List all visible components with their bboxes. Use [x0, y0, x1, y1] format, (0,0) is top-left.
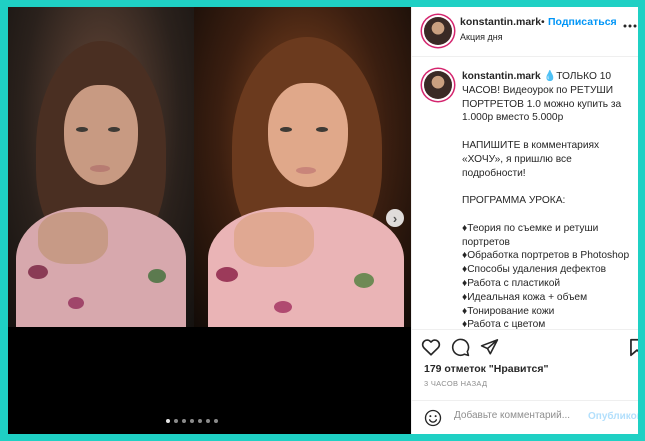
heart-icon[interactable] — [420, 336, 442, 358]
post-caption: konstantin.mark 💧ТОЛЬКО 10 ЧАСОВ! Видеоу… — [412, 58, 638, 330]
more-icon[interactable] — [623, 17, 637, 31]
carousel-dot — [198, 419, 202, 423]
post-time: 3 ЧАСОВ НАЗАД — [424, 379, 488, 388]
action-bar — [412, 333, 638, 361]
caption-text: konstantin.mark 💧ТОЛЬКО 10 ЧАСОВ! Видеоу… — [462, 70, 638, 330]
comment-bar: Опубликовать — [412, 400, 638, 434]
likes-count[interactable]: 179 отметок "Нравится" — [424, 363, 548, 375]
bookmark-icon[interactable] — [626, 336, 638, 358]
location-link[interactable]: Акция дня — [460, 32, 503, 42]
chevron-right-icon[interactable]: › — [386, 209, 404, 227]
carousel-dot — [174, 419, 178, 423]
caption-username[interactable]: konstantin.mark — [462, 71, 541, 82]
caption-avatar[interactable] — [424, 71, 452, 99]
carousel-dot — [182, 419, 186, 423]
before-photo — [8, 7, 194, 327]
carousel-dots — [166, 419, 218, 423]
send-icon[interactable] — [478, 336, 500, 358]
publish-button[interactable]: Опубликовать — [588, 411, 638, 422]
post-media[interactable]: › — [8, 7, 411, 434]
username-link[interactable]: konstantin.mark — [460, 16, 541, 28]
carousel-dot — [206, 419, 210, 423]
carousel-dot — [214, 419, 218, 423]
comment-icon[interactable] — [449, 336, 471, 358]
after-photo — [194, 7, 411, 327]
caption-body: 💧ТОЛЬКО 10 ЧАСОВ! Видеоурок по РЕТУШИ ПО… — [462, 71, 630, 330]
comment-input[interactable] — [454, 410, 584, 421]
avatar[interactable] — [424, 17, 452, 45]
instagram-post-window: › konstantin.mark • Подписаться Акция дн… — [8, 7, 638, 434]
separator-dot: • — [541, 16, 545, 28]
follow-button[interactable]: Подписаться — [548, 16, 617, 28]
carousel-dot — [190, 419, 194, 423]
smiley-icon[interactable] — [424, 409, 442, 427]
post-header: konstantin.mark • Подписаться Акция дня — [412, 7, 638, 57]
carousel-dot-active — [166, 419, 170, 423]
post-sidebar: konstantin.mark • Подписаться Акция дня … — [411, 7, 638, 434]
